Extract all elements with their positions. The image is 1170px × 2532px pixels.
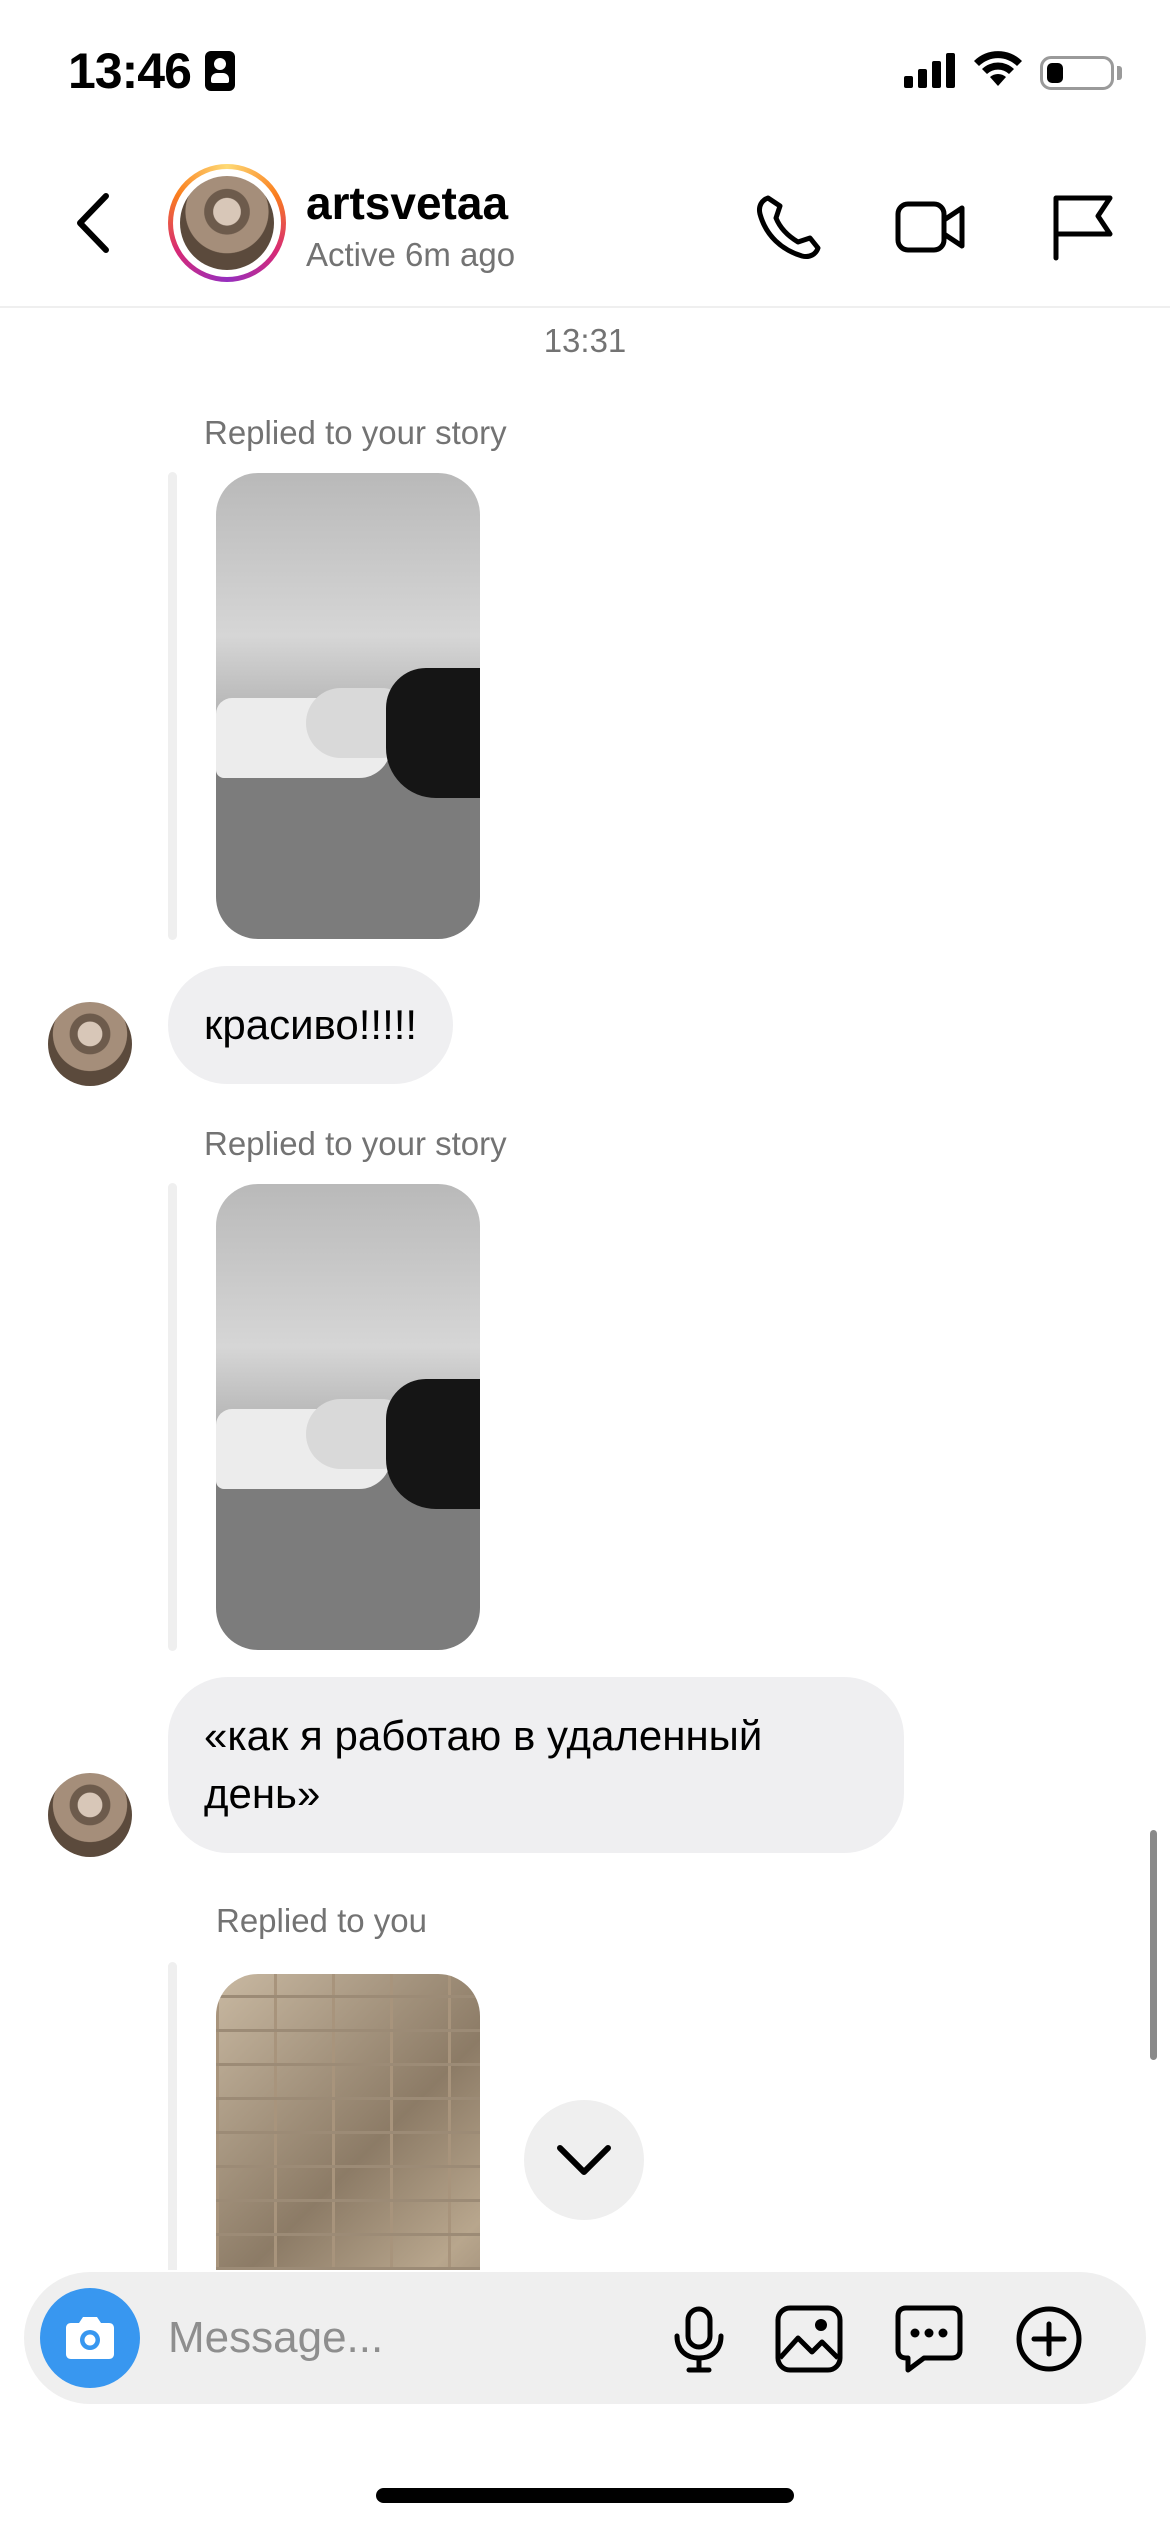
camera-icon xyxy=(66,2317,114,2359)
home-indicator[interactable] xyxy=(376,2488,794,2503)
reply-thumbnail[interactable] xyxy=(216,1974,480,2270)
flag-icon[interactable] xyxy=(1046,192,1120,262)
clock-text: 13:46 xyxy=(68,43,192,99)
phone-icon[interactable] xyxy=(752,192,826,262)
message-list[interactable]: 13:31 Replied to your story красиво!!!!!… xyxy=(0,310,1170,2270)
message-composer xyxy=(24,2272,1146,2404)
sender-avatar[interactable] xyxy=(48,1773,132,1857)
chevron-down-icon xyxy=(557,2145,611,2175)
chat-header: artsvetaa Active 6m ago xyxy=(0,140,1170,308)
timestamp-divider: 13:31 xyxy=(543,322,627,359)
camera-button[interactable] xyxy=(40,2288,140,2388)
reply-bar xyxy=(168,1962,177,2270)
reply-bar xyxy=(168,1183,177,1651)
active-status: Active 6m ago xyxy=(306,236,516,273)
microphone-icon[interactable] xyxy=(664,2304,734,2374)
status-time: 13:46 xyxy=(68,42,235,100)
story-thumbnail[interactable] xyxy=(216,473,480,939)
battery-icon xyxy=(1040,56,1114,90)
message-bubble[interactable]: красиво!!!!! xyxy=(168,966,454,1084)
wifi-icon xyxy=(974,51,1022,86)
contact-card-icon xyxy=(204,51,235,91)
story-figure xyxy=(216,1379,480,1519)
story-thumbnail[interactable] xyxy=(216,1184,480,1650)
battery-tip xyxy=(1117,66,1122,80)
sender-avatar[interactable] xyxy=(48,1002,132,1086)
back-icon[interactable] xyxy=(66,188,126,258)
scroll-to-bottom-button[interactable] xyxy=(524,2100,644,2220)
story-figure xyxy=(216,668,480,808)
message-bubble[interactable]: «как я работаю в удаленный день» xyxy=(168,1677,904,1853)
profile-avatar[interactable] xyxy=(168,164,286,282)
story-reply-caption: Replied to your story xyxy=(204,414,507,451)
video-camera-icon[interactable] xyxy=(893,192,967,262)
story-reply-caption: Replied to your story xyxy=(204,1125,507,1162)
battery-level xyxy=(1047,63,1063,83)
gallery-icon[interactable] xyxy=(774,2304,844,2374)
username[interactable]: artsvetaa xyxy=(306,176,508,230)
plus-icon[interactable] xyxy=(1014,2304,1084,2374)
reply-bar xyxy=(168,472,177,940)
message-input[interactable] xyxy=(168,2302,648,2374)
status-bar: 13:46 xyxy=(0,0,1170,140)
scrollbar[interactable] xyxy=(1150,1830,1157,2060)
sticker-icon[interactable] xyxy=(894,2304,964,2374)
avatar-image xyxy=(180,176,274,270)
reply-caption: Replied to you xyxy=(216,1902,427,1939)
cellular-signal-icon xyxy=(904,52,955,88)
